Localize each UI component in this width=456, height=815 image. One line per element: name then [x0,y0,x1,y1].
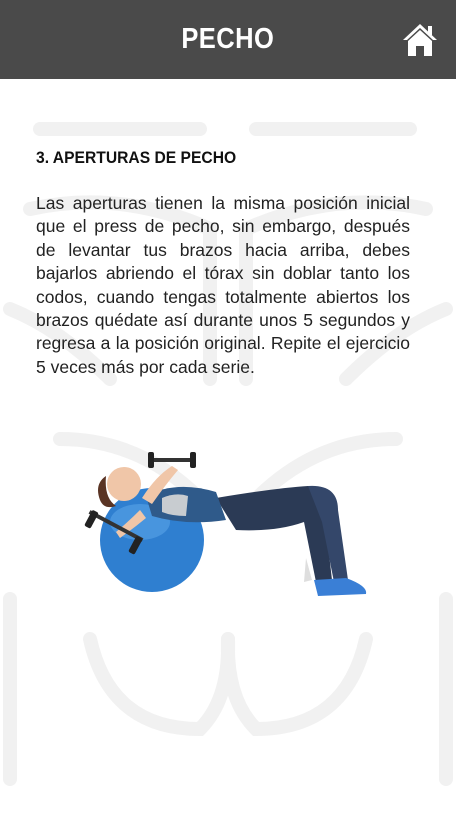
exercise-illustration [84,452,367,596]
exercise-description: Las aperturas tienen la misma posición i… [36,193,410,377]
exercise-title: 3. APERTURAS DE PECHO [36,148,237,167]
home-button[interactable] [392,12,448,68]
page-title: PECHO [181,23,275,55]
top-bar: PECHO [0,0,456,79]
home-icon [403,24,437,56]
exercise-content: 3. APERTURAS DE PECHO Las aperturas tien… [36,148,410,379]
app-screen: PECHO 3. APERTURAS DE PECHO Las apertura… [0,0,456,815]
